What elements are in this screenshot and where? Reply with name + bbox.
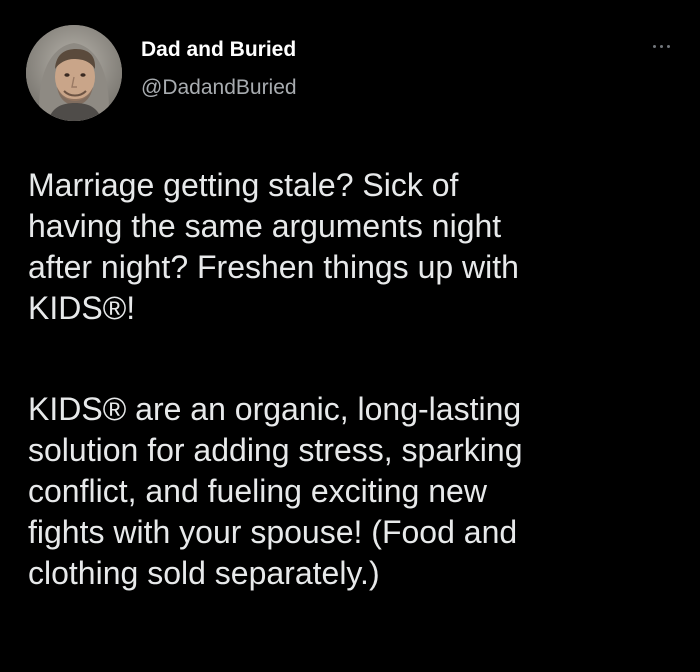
tweet-text-line: fights with your spouse! (Food and (28, 514, 518, 550)
tweet-card: Dad and Buried @DadandBuried Marriage ge… (0, 0, 700, 672)
tweet-text-line: solution for adding stress, sparking (28, 432, 523, 468)
tweet-text-line: KIDS® are an organic, long-lasting (28, 391, 522, 427)
tweet-text-line: KIDS®! (28, 290, 136, 326)
tweet-text-line: having the same arguments night (28, 208, 502, 244)
tweet-text-paragraph-2: KIDS® are an organic, long-lasting solut… (28, 389, 678, 594)
display-name[interactable]: Dad and Buried (141, 38, 296, 62)
tweet-text-line: clothing sold separately.) (28, 555, 380, 591)
tweet-text-paragraph-1: Marriage getting stale? Sick of having t… (28, 165, 678, 329)
avatar-photo (26, 25, 122, 121)
more-options-button[interactable] (646, 34, 678, 58)
tweet-text-line: after night? Freshen things up with (28, 249, 519, 285)
tweet-text-line: conflict, and fueling exciting new (28, 473, 487, 509)
user-handle[interactable]: @DadandBuried (141, 76, 297, 100)
tweet-text-line: Marriage getting stale? Sick of (28, 167, 459, 203)
avatar[interactable] (26, 25, 122, 121)
